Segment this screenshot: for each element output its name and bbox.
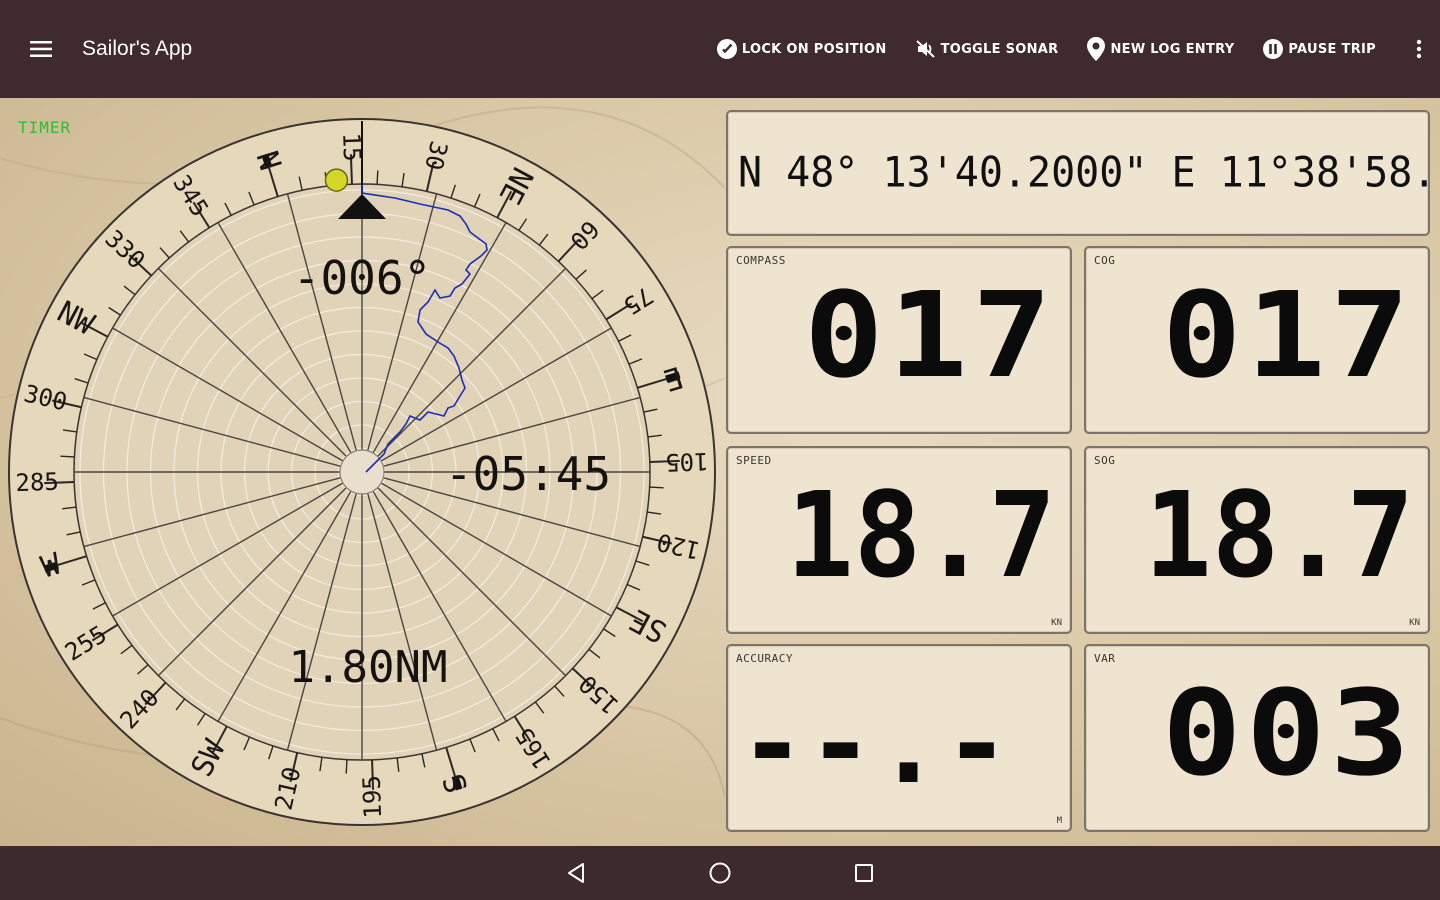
system-nav-bar <box>0 846 1440 900</box>
heading-offset-readout: -006° <box>293 251 431 305</box>
new-log-entry-label: NEW LOG ENTRY <box>1110 41 1235 57</box>
pause-trip-button[interactable]: PAUSE TRIP <box>1262 38 1376 60</box>
accuracy-unit: M <box>1056 816 1062 826</box>
compass-label: COMPASS <box>736 254 786 267</box>
sog-label: SOG <box>1094 454 1116 467</box>
compass-panel: COMPASS 017 <box>726 246 1072 434</box>
compass-hub <box>339 449 385 495</box>
sonar-off-icon <box>915 40 935 58</box>
accuracy-label: ACCURACY <box>736 652 793 665</box>
ring-label: 195 <box>358 775 387 819</box>
nav-recents-button[interactable] <box>792 846 936 900</box>
time-offset-readout: -05:45 <box>445 447 611 501</box>
nav-home-button[interactable] <box>648 846 792 900</box>
speed-unit: KN <box>1051 618 1062 628</box>
var-label: VAR <box>1094 652 1116 665</box>
pause-circle-icon <box>1263 39 1284 59</box>
cog-panel: COG 017 <box>1084 246 1430 434</box>
distance-readout: 1.80NM <box>289 642 448 693</box>
more-vert-icon <box>1416 39 1422 59</box>
hamburger-menu-button[interactable] <box>0 0 82 98</box>
var-panel: VAR 003 <box>1084 644 1430 832</box>
speed-label: SPEED <box>736 454 772 467</box>
app-bar: Sailor's App LOCK ON POSITION TOGGLE SON… <box>0 0 1440 98</box>
toggle-sonar-label: TOGGLE SONAR <box>940 41 1059 57</box>
accuracy-value: --.- <box>739 680 1012 808</box>
timer-label: TIMER <box>18 118 72 137</box>
sog-panel: SOG 18.7 KN <box>1084 446 1430 634</box>
sog-value: 18.7 <box>1144 466 1414 604</box>
speed-value: 18.7 <box>786 466 1056 604</box>
navigation-lock-icon <box>716 39 737 59</box>
waypoint-marker[interactable] <box>324 168 349 192</box>
ring-tick <box>376 170 379 185</box>
cog-value: 017 <box>1161 266 1414 404</box>
ring-tick <box>60 455 75 458</box>
cog-label: COG <box>1094 254 1116 267</box>
sog-unit: KN <box>1409 618 1420 628</box>
overflow-menu-button[interactable] <box>1404 39 1434 59</box>
compass-value: 017 <box>803 266 1056 404</box>
ring-tick <box>649 486 664 489</box>
home-circle-icon <box>709 862 731 884</box>
position-readout: N 48° 13'40.2000" E 11°38'58.2000" <box>738 148 1428 198</box>
location-pin-icon <box>1087 37 1106 61</box>
lock-on-position-label: LOCK ON POSITION <box>741 41 887 57</box>
hamburger-menu-icon <box>30 41 52 57</box>
compass-dial[interactable]: N 15 30NE6075E105120SE150165S195210SW24025… <box>0 98 725 846</box>
recents-square-icon <box>855 864 873 882</box>
back-triangle-icon <box>568 863 584 883</box>
toolbar-actions: LOCK ON POSITION TOGGLE SONAR NEW LOG EN… <box>716 0 1440 98</box>
ring-tick <box>345 759 348 774</box>
main-content: N 15 30 NE 60 75 E 105 120 SE 150 165 S 195 210 SW 240 25… <box>0 98 1440 846</box>
ring-label: 15 <box>337 132 366 162</box>
ring-label: 285 <box>15 468 59 497</box>
nav-back-button[interactable] <box>504 846 648 900</box>
app-title: Sailor's App <box>82 37 193 60</box>
var-value: 003 <box>1161 664 1414 802</box>
speed-panel: SPEED 18.7 KN <box>726 446 1072 634</box>
lock-on-position-button[interactable]: LOCK ON POSITION <box>716 38 887 60</box>
accuracy-panel: ACCURACY --.- M <box>726 644 1072 832</box>
toggle-sonar-button[interactable]: TOGGLE SONAR <box>915 39 1059 59</box>
position-panel: N 48° 13'40.2000" E 11°38'58.2000" <box>726 110 1430 236</box>
pause-trip-label: PAUSE TRIP <box>1288 41 1376 57</box>
new-log-entry-button[interactable]: NEW LOG ENTRY <box>1086 36 1234 62</box>
ring-label: 105 <box>665 447 709 476</box>
